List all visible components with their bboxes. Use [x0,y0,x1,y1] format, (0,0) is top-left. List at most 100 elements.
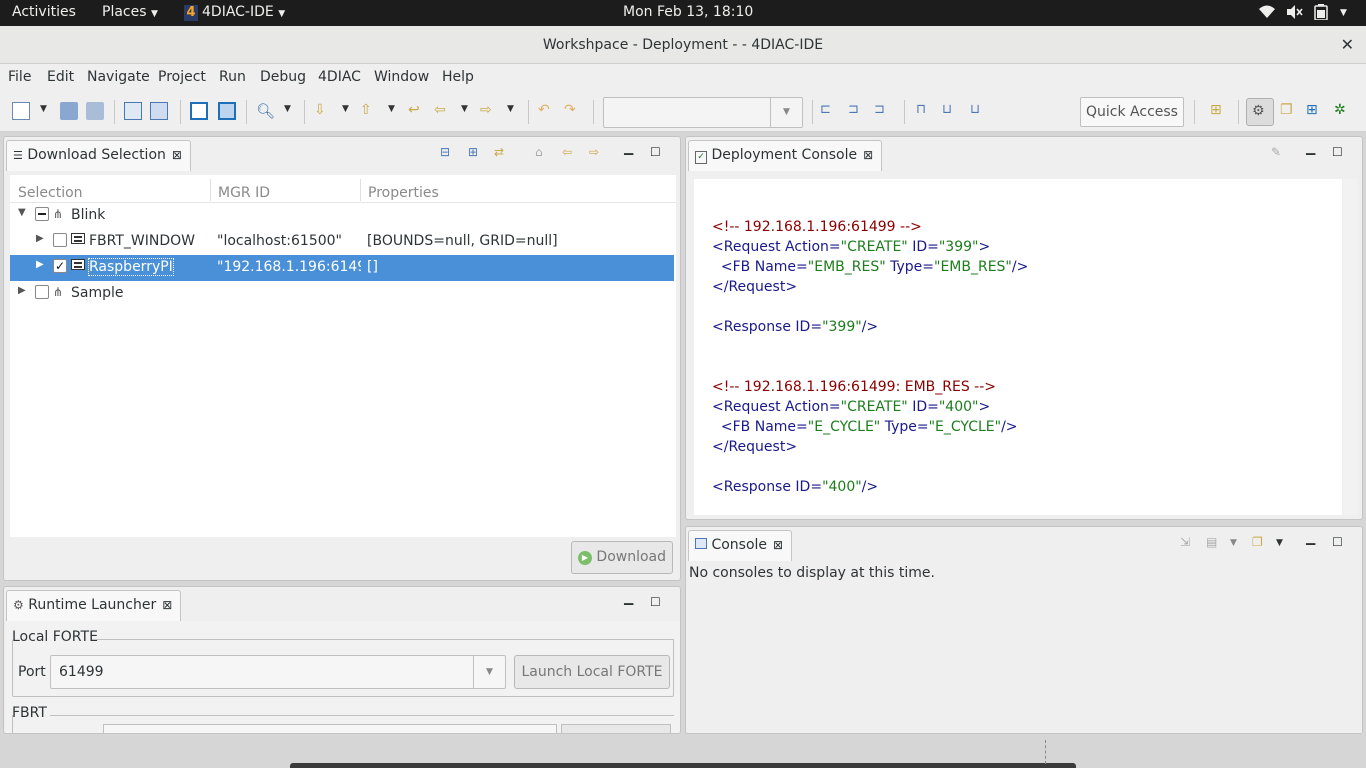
next-annotation-dropdown-icon[interactable]: ▼ [342,104,349,114]
menu-edit[interactable]: Edit [47,69,74,85]
volume-muted-icon[interactable] [1286,4,1304,24]
quick-access-input[interactable]: Quick Access [1080,97,1184,127]
app-menu[interactable]: 4 4DIAC-IDE ▼ [184,4,285,21]
wifi-icon[interactable] [1258,4,1276,24]
tree-row-fbrt-window[interactable]: ▶ FBRT_WINDOW "localhost:61500" [BOUNDS=… [10,229,674,255]
vertical-scrollbar[interactable] [1343,179,1357,515]
search-dropdown-icon[interactable]: ▼ [284,104,291,114]
link-with-editor-icon[interactable]: ⇄ [494,145,504,159]
tree-row-blink[interactable]: ▼ ⋔ Blink [10,203,674,229]
menu-debug[interactable]: Debug [260,69,306,85]
download-button[interactable]: ▶ Download [571,541,673,574]
tab-runtime-launcher[interactable]: ⚙ Runtime Launcher ⊠ [6,590,182,621]
back-icon[interactable]: ⇦ [562,145,572,159]
display-console-dropdown-icon[interactable]: ▼ [1230,538,1237,548]
new-system-icon[interactable] [124,102,142,120]
tab-console[interactable]: Console ⊠ [688,530,793,561]
deployment-console-output[interactable]: <!-- 192.168.1.196:61499 --> <Request Act… [694,179,1342,515]
launch-local-forte-button[interactable]: Launch Local FORTE [514,655,670,689]
maximize-icon[interactable]: ☐ [650,145,661,159]
column-header-properties[interactable]: Properties [368,185,439,201]
minimize-icon[interactable]: ▁ [624,141,633,155]
deployment-perspective-button[interactable]: ⚙ [1246,98,1274,126]
menu-run[interactable]: Run [219,69,246,85]
chevron-down-icon[interactable]: ▼ [770,98,802,127]
activities-button[interactable]: Activities [12,4,76,20]
column-header-selection[interactable]: Selection [18,185,83,201]
new-adapter-type-icon[interactable] [218,102,236,120]
collapsed-arrow-icon[interactable]: ▶ [36,259,44,270]
menu-navigate[interactable]: Navigate [87,69,150,85]
checkbox[interactable] [35,285,49,299]
fbrt-combo[interactable] [103,724,557,733]
tristate-checkbox[interactable] [35,207,49,221]
tab-deployment-console[interactable]: ✓ Deployment Console ⊠ [688,140,883,171]
pin-console-icon[interactable]: ⇲ [1180,535,1190,549]
forward-icon[interactable]: ⇨ [480,102,498,120]
menu-project[interactable]: Project [158,69,206,85]
open-console-dropdown-icon[interactable]: ▼ [1276,538,1283,548]
search-icon[interactable]: 🔍︎ [256,102,275,120]
align-middle-icon[interactable]: ⊔ [942,102,960,120]
forward-dropdown-icon[interactable]: ▼ [507,104,514,114]
last-edit-icon[interactable]: ↩ [408,102,426,120]
menu-file[interactable]: File [8,69,31,85]
checked-checkbox[interactable]: ✓ [53,259,67,273]
system-menu-chevron-icon[interactable]: ▼ [1340,8,1347,18]
port-combo[interactable]: 61499 ▼ [50,655,506,689]
menu-window[interactable]: Window [374,69,429,85]
new-dropdown-icon[interactable]: ▼ [40,104,47,114]
minimize-icon[interactable]: ▁ [1306,141,1315,155]
new-application-icon[interactable] [150,102,168,120]
collapsed-arrow-icon[interactable]: ▶ [36,233,44,244]
previous-annotation-icon[interactable]: ⇧ [360,102,378,120]
debug-perspective-icon[interactable]: ✲ [1334,102,1352,120]
close-tab-icon[interactable]: ⊠ [172,148,182,162]
open-console-icon[interactable]: ❐ [1252,535,1263,549]
new-icon[interactable] [12,102,30,120]
redo-icon[interactable]: ↷ [564,102,582,120]
clear-console-icon[interactable]: ✎ [1271,145,1281,159]
system-perspective-icon[interactable]: ⊞ [1306,102,1324,120]
open-perspective-icon[interactable]: ⊞ [1210,102,1228,120]
back-dropdown-icon[interactable]: ▼ [461,104,468,114]
back-icon[interactable]: ⇦ [434,102,452,120]
align-top-icon[interactable]: ⊓ [916,102,934,120]
expanded-arrow-icon[interactable]: ▼ [18,207,26,218]
launch-fbrt-button[interactable] [561,724,671,733]
close-tab-icon[interactable]: ⊠ [863,148,873,162]
minimize-icon[interactable]: ▁ [1306,531,1315,545]
clock[interactable]: Mon Feb 13, 18:10 [623,4,753,20]
maximize-icon[interactable]: ☐ [650,595,661,609]
save-icon[interactable] [60,102,78,120]
maximize-icon[interactable]: ☐ [1332,535,1343,549]
chevron-down-icon[interactable]: ▼ [473,656,505,688]
tree-row-raspberrypi[interactable]: ▶ ✓ RaspberryPI "192.168.1.196:61499' [] [10,255,674,281]
menu-4diac[interactable]: 4DIAC [318,69,361,85]
collapse-all-icon[interactable]: ⊟ [440,145,450,159]
tree-row-sample[interactable]: ▶ ⋔ Sample [10,281,674,307]
align-bottom-icon[interactable]: ⊔ [970,102,988,120]
undo-icon[interactable]: ↶ [538,102,556,120]
close-tab-icon[interactable]: ⊠ [162,598,172,612]
tab-download-selection[interactable]: ☰ Download Selection ⊠ [6,140,191,171]
resource-perspective-icon[interactable]: ❐ [1280,102,1298,120]
align-center-icon[interactable]: ⊐ [848,102,866,120]
collapsed-arrow-icon[interactable]: ▶ [18,285,26,296]
maximize-icon[interactable]: ☐ [1332,145,1343,159]
forward-icon[interactable]: ⇨ [589,145,599,159]
column-header-mgr-id[interactable]: MGR ID [218,185,270,201]
previous-annotation-dropdown-icon[interactable]: ▼ [388,104,395,114]
places-menu[interactable]: Places ▼ [102,4,158,20]
new-fb-type-icon[interactable] [190,102,208,120]
close-tab-icon[interactable]: ⊠ [773,538,783,552]
menu-help[interactable]: Help [442,69,474,85]
checkbox[interactable] [53,233,67,247]
zoom-combo[interactable]: ▼ [603,97,803,128]
align-right-icon[interactable]: ⊐ [874,102,892,120]
home-icon[interactable]: ⌂ [535,145,543,159]
close-window-icon[interactable]: ✕ [1341,26,1354,64]
next-annotation-icon[interactable]: ⇩ [314,102,332,120]
align-left-icon[interactable]: ⊏ [820,102,838,120]
battery-icon[interactable] [1314,4,1328,24]
